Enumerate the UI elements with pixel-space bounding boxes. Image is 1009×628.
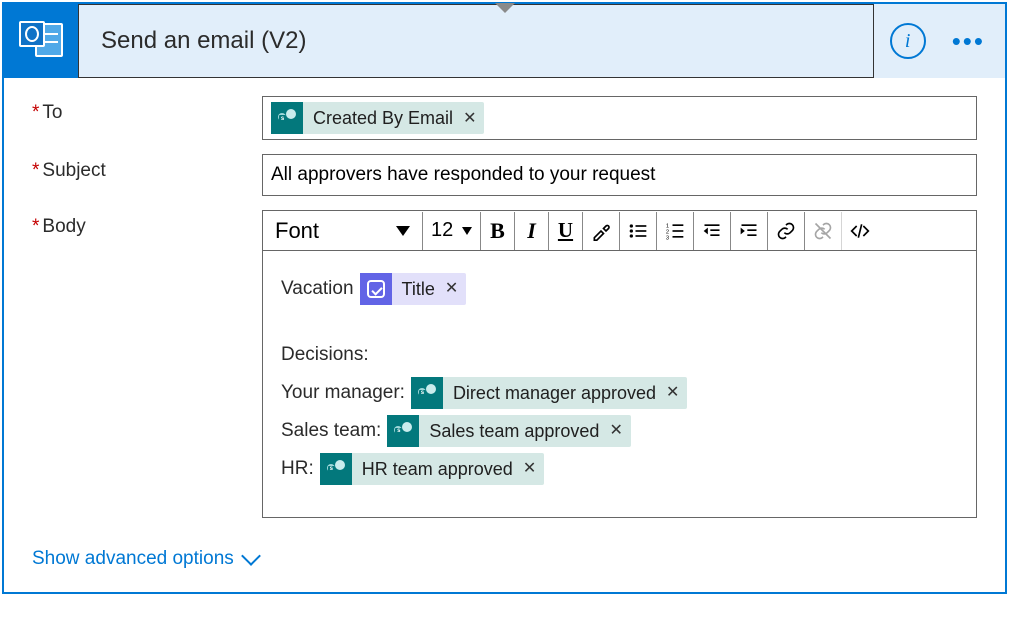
body-line: HR: s HR team approved ✕ (281, 451, 958, 487)
token-label: HR team approved (362, 452, 513, 486)
more-menu-button[interactable]: ••• (952, 28, 985, 54)
underline-button[interactable]: U (549, 212, 583, 250)
token-label: Title (402, 272, 435, 306)
unlink-button[interactable] (805, 212, 842, 250)
sharepoint-icon: s (271, 102, 303, 134)
token-remove-button[interactable]: ✕ (523, 454, 536, 484)
svg-text:3: 3 (666, 235, 669, 241)
token-remove-button[interactable]: ✕ (666, 378, 679, 408)
token-label: Created By Email (313, 108, 453, 129)
to-label-text: To (42, 102, 62, 123)
font-select-label: Font (275, 218, 319, 244)
color-picker-button[interactable] (583, 212, 620, 250)
link-icon (776, 221, 796, 241)
body-text: Vacation (281, 271, 354, 307)
body-label-text: Body (42, 216, 85, 237)
outdent-icon (702, 221, 722, 241)
field-row-to: *To s Created By Email ✕ (32, 96, 977, 140)
card-title-area[interactable]: Send an email (V2) (78, 4, 874, 78)
indent-button[interactable] (731, 212, 768, 250)
advanced-link-label: Show advanced options (32, 548, 234, 570)
header-actions: i ••• (874, 23, 1005, 59)
field-row-body: *Body Font 12 B I U (32, 210, 977, 518)
to-input[interactable]: s Created By Email ✕ (262, 96, 977, 140)
font-size-label: 12 (431, 219, 453, 242)
token-direct-manager-approved[interactable]: s Direct manager approved ✕ (411, 377, 688, 409)
italic-button[interactable]: I (515, 212, 549, 250)
token-hr-team-approved[interactable]: s HR team approved ✕ (320, 453, 544, 485)
code-icon (850, 221, 870, 241)
rich-text-editor: Font 12 B I U (262, 210, 977, 518)
token-remove-button[interactable]: ✕ (609, 416, 622, 446)
body-line: Vacation Title ✕ (281, 271, 958, 307)
card-title: Send an email (V2) (101, 27, 306, 55)
code-view-button[interactable] (842, 212, 878, 250)
bold-icon: B (490, 218, 505, 244)
outdent-button[interactable] (694, 212, 731, 250)
rte-content-area[interactable]: Vacation Title ✕ Decisions: Your manager… (263, 251, 976, 517)
font-select[interactable]: Font (263, 212, 423, 250)
body-text: Sales team: (281, 413, 381, 449)
card-header: Send an email (V2) i ••• (4, 4, 1005, 78)
eyedropper-icon (591, 221, 611, 241)
connector-notch-icon (495, 3, 515, 13)
italic-icon: I (527, 218, 536, 244)
sharepoint-icon: s (387, 415, 419, 447)
numbered-list-button[interactable]: 123 (657, 212, 694, 250)
font-size-select[interactable]: 12 (423, 212, 481, 250)
unlink-icon (813, 221, 833, 241)
rte-toolbar: Font 12 B I U (263, 211, 976, 251)
chevron-down-icon (241, 547, 261, 567)
body-text: Your manager: (281, 375, 405, 411)
body-line: Your manager: s Direct manager approved … (281, 375, 958, 411)
action-card: Send an email (V2) i ••• *To s Created B… (2, 2, 1007, 594)
outlook-icon (4, 4, 78, 78)
field-label: *To (32, 96, 262, 140)
sharepoint-icon: s (320, 453, 352, 485)
info-button[interactable]: i (890, 23, 926, 59)
token-remove-button[interactable]: ✕ (463, 108, 476, 128)
chevron-down-icon (396, 226, 410, 236)
sharepoint-icon: s (411, 377, 443, 409)
underline-icon: U (558, 218, 573, 243)
bullet-list-button[interactable] (620, 212, 657, 250)
info-icon: i (905, 30, 911, 53)
field-row-subject: *Subject (32, 154, 977, 196)
required-star-icon: * (32, 160, 39, 181)
token-label: Direct manager approved (453, 376, 656, 410)
show-advanced-options-link[interactable]: Show advanced options (32, 548, 258, 570)
card-body: *To s Created By Email ✕ *Subject (4, 78, 1005, 592)
body-text: Decisions: (281, 337, 369, 373)
body-line: Sales team: s Sales team approved ✕ (281, 413, 958, 449)
subject-text-field[interactable] (271, 162, 968, 188)
required-star-icon: * (32, 216, 39, 237)
token-sales-team-approved[interactable]: s Sales team approved ✕ (387, 415, 631, 447)
token-title[interactable]: Title ✕ (360, 273, 467, 305)
chevron-down-icon (462, 227, 472, 235)
body-line: Decisions: (281, 337, 958, 373)
token-remove-button[interactable]: ✕ (445, 274, 458, 304)
field-label: *Subject (32, 154, 262, 196)
numbered-list-icon: 123 (665, 221, 685, 241)
link-button[interactable] (768, 212, 805, 250)
bold-button[interactable]: B (481, 212, 515, 250)
field-label: *Body (32, 210, 262, 518)
body-text: HR: (281, 451, 314, 487)
approvals-icon (360, 273, 392, 305)
subject-input[interactable] (262, 154, 977, 196)
token-created-by-email[interactable]: s Created By Email ✕ (271, 102, 484, 134)
bullet-list-icon (628, 221, 648, 241)
indent-icon (739, 221, 759, 241)
subject-label-text: Subject (42, 160, 105, 181)
token-label: Sales team approved (429, 414, 599, 448)
required-star-icon: * (32, 102, 39, 123)
